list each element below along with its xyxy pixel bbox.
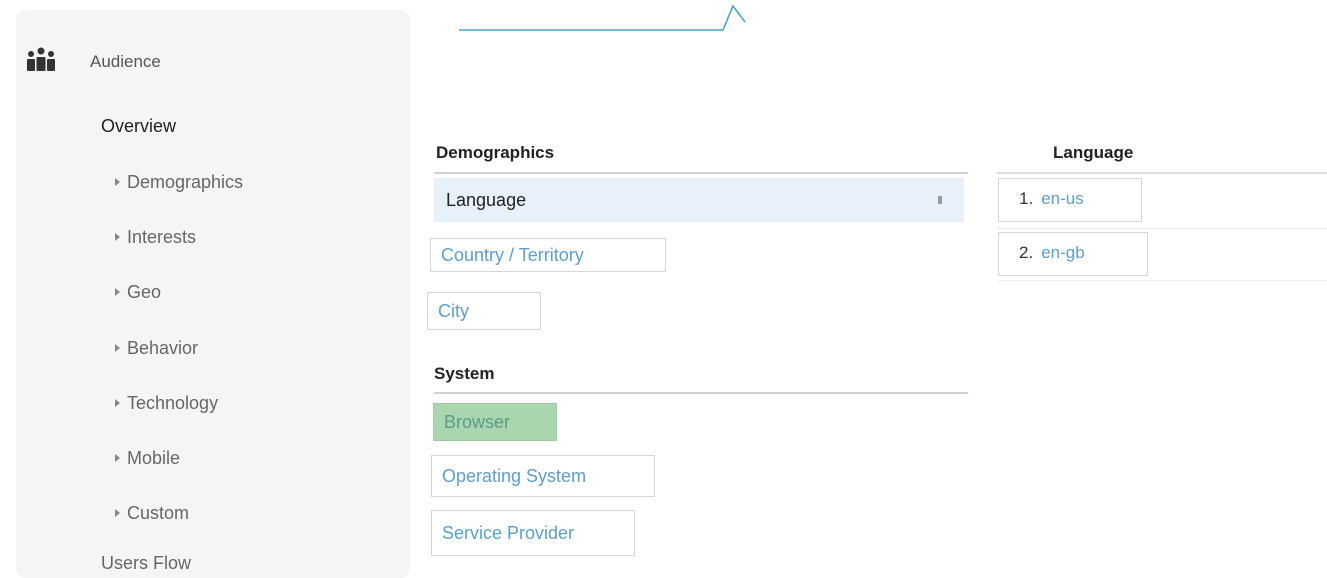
expand-arrow-icon (115, 344, 120, 353)
language-link[interactable]: en-us (1041, 189, 1084, 208)
divider (997, 280, 1327, 281)
divider (997, 172, 1327, 174)
divider (434, 392, 968, 394)
expand-arrow-icon (115, 288, 120, 297)
chevron-right-icon (938, 196, 942, 204)
sidebar (16, 10, 410, 578)
demographics-heading: Demographics (436, 143, 555, 162)
sidebar-item-label: Users Flow (101, 553, 192, 573)
divider (997, 228, 1327, 229)
expand-arrow-icon (115, 233, 120, 242)
sidebar-item-label: Demographics (127, 172, 244, 192)
system-heading: System (434, 364, 495, 383)
table-row: 2. en-gb (998, 232, 1148, 276)
dimension-city[interactable]: City (427, 292, 541, 330)
sidebar-item-mobile[interactable]: Mobile (115, 448, 180, 469)
expand-arrow-icon (115, 178, 120, 187)
dimension-browser[interactable]: Browser (433, 403, 557, 441)
sidebar-item-label: Geo (127, 282, 162, 302)
dimension-operating-system[interactable]: Operating System (431, 455, 655, 497)
dimension-language-selected[interactable]: Language (434, 178, 964, 222)
language-table-heading: Language (1053, 143, 1134, 162)
row-number: 1. (1019, 189, 1034, 208)
sidebar-item-label: Overview (101, 116, 177, 136)
sidebar-item-geo[interactable]: Geo (115, 282, 161, 303)
sidebar-item-overview[interactable]: Overview (101, 116, 176, 137)
sidebar-item-custom[interactable]: Custom (115, 503, 189, 524)
language-link[interactable]: en-gb (1041, 243, 1084, 262)
sidebar-item-behavior[interactable]: Behavior (115, 338, 198, 359)
analytics-page: Audience Overview Demographics Interests… (0, 0, 1327, 578)
audience-section-label[interactable]: Audience (90, 52, 161, 72)
sidebar-item-label: Interests (127, 227, 197, 247)
expand-arrow-icon (115, 509, 120, 518)
expand-arrow-icon (115, 399, 120, 408)
chart-line-fragment (459, 4, 746, 31)
dimension-country-territory[interactable]: Country / Territory (430, 238, 666, 272)
table-row: 1. en-us (998, 178, 1142, 222)
sidebar-item-interests[interactable]: Interests (115, 227, 196, 248)
dimension-service-provider[interactable]: Service Provider (431, 510, 635, 556)
sidebar-item-label: Technology (127, 393, 219, 413)
sidebar-item-demographics[interactable]: Demographics (115, 172, 243, 193)
sidebar-item-label: Behavior (127, 338, 199, 358)
sidebar-item-users-flow[interactable]: Users Flow (101, 553, 191, 574)
divider (434, 172, 968, 174)
sidebar-item-label: Custom (127, 503, 190, 523)
sidebar-item-label: Mobile (127, 448, 181, 468)
audience-icon (27, 47, 55, 71)
dimension-label: Language (446, 190, 527, 210)
sidebar-item-technology[interactable]: Technology (115, 393, 218, 414)
expand-arrow-icon (115, 454, 120, 463)
row-number: 2. (1019, 243, 1034, 262)
